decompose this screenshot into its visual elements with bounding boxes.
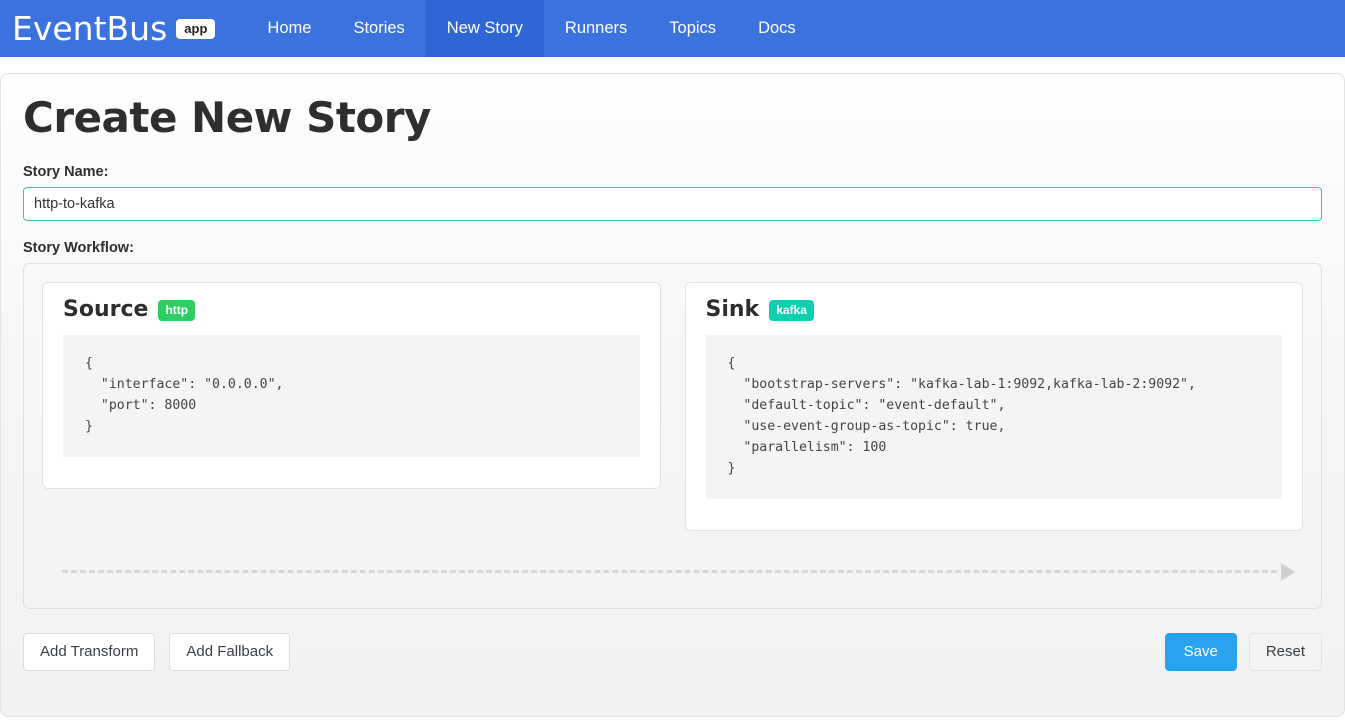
brand-app-badge: app [176,18,216,39]
nav-item-new-story[interactable]: New Story [425,0,544,57]
workflow-node-source[interactable]: Source http { "interface": "0.0.0.0", "p… [42,282,661,490]
nav-item-topics[interactable]: Topics [648,0,737,57]
story-workflow-label: Story Workflow: [23,240,134,257]
workflow-panel: Source http { "interface": "0.0.0.0", "p… [23,263,1322,610]
story-name-input[interactable] [23,187,1322,222]
workflow-node-sink[interactable]: Sink kafka { "bootstrap-servers": "kafka… [684,282,1303,532]
nav-items: Home Stories New Story Runners Topics Do… [246,0,816,57]
brand-logo[interactable]: EventBus app [0,0,225,57]
sink-node-header: Sink kafka [706,299,1283,321]
nav-item-stories[interactable]: Stories [332,0,425,57]
action-bar-left: Add Transform Add Fallback [23,633,291,672]
sink-type-badge: kafka [769,299,814,321]
story-name-label: Story Name: [23,164,109,181]
navbar: EventBus app Home Stories New Story Runn… [0,0,1345,57]
main-container: Create New Story Story Name: Story Workf… [0,73,1345,717]
workflow-nodes-row: Source http { "interface": "0.0.0.0", "p… [42,282,1303,532]
workflow-connector [42,563,1303,582]
action-bar: Add Transform Add Fallback Save Reset [23,633,1322,672]
source-node-header: Source http [63,299,640,321]
source-type-badge: http [158,299,196,321]
add-fallback-button[interactable]: Add Fallback [169,633,291,672]
arrow-right-icon [1281,563,1295,582]
reset-button[interactable]: Reset [1248,633,1322,672]
action-bar-right: Save Reset [1164,633,1322,672]
sink-config-code[interactable]: { "bootstrap-servers": "kafka-lab-1:9092… [705,335,1282,500]
sink-node-title: Sink [705,297,760,323]
add-transform-button[interactable]: Add Transform [23,633,156,672]
source-node-title: Source [63,297,149,323]
page-body: Create New Story Story Name: Story Workf… [0,57,1345,717]
save-button[interactable]: Save [1164,633,1237,672]
brand-name: EventBus [12,9,168,48]
page-title: Create New Story [23,93,431,142]
nav-item-home[interactable]: Home [246,0,332,57]
connector-dashed-line [62,570,1277,574]
nav-item-runners[interactable]: Runners [544,0,648,57]
nav-item-docs[interactable]: Docs [737,0,817,57]
source-config-code[interactable]: { "interface": "0.0.0.0", "port": 8000 } [63,335,640,458]
